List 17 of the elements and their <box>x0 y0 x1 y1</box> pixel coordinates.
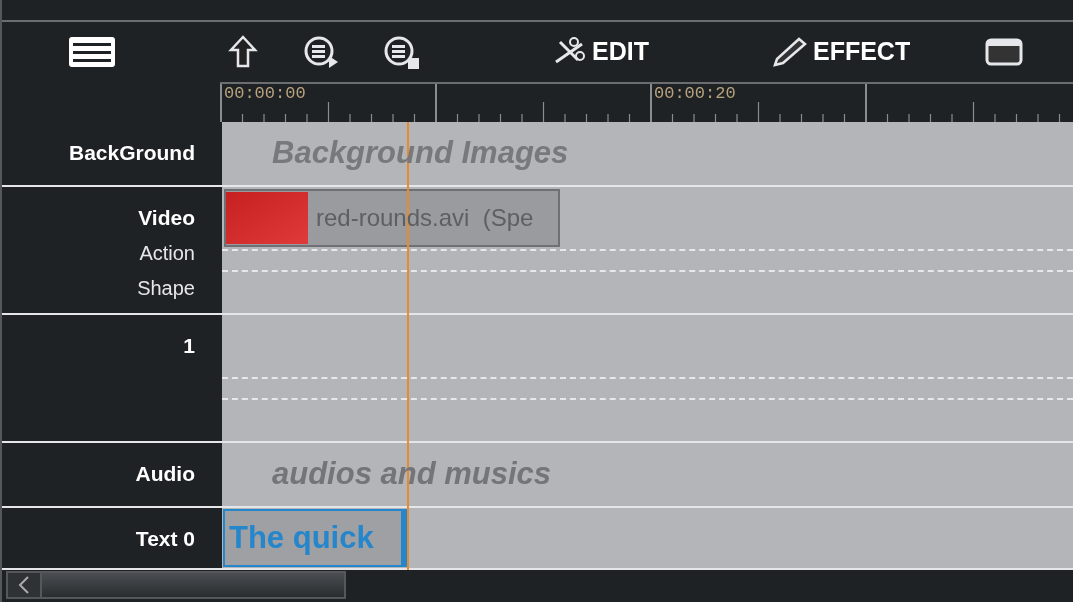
list-stop-icon[interactable] <box>382 34 422 70</box>
effect-button[interactable]: EFFECT <box>768 33 911 71</box>
track-label: 1 <box>183 333 195 356</box>
track-label: Text 0 <box>135 526 195 549</box>
track-label: Shape <box>137 276 195 298</box>
edit-button[interactable]: EDIT <box>552 33 649 71</box>
time-label: 00:00:00 <box>224 85 306 102</box>
track-label: BackGround <box>68 140 195 163</box>
track-label: Action <box>139 241 195 263</box>
clip-name: The quick <box>229 518 374 557</box>
time-label: 00:00:20 <box>654 85 736 102</box>
track-label: Audio <box>135 461 195 484</box>
up-arrow-icon[interactable] <box>228 34 258 70</box>
menu-icon[interactable] <box>67 35 117 69</box>
scrollbar-thumb[interactable] <box>40 573 344 597</box>
track-label: Video <box>138 205 195 228</box>
horizontal-scrollbar[interactable] <box>6 571 346 599</box>
